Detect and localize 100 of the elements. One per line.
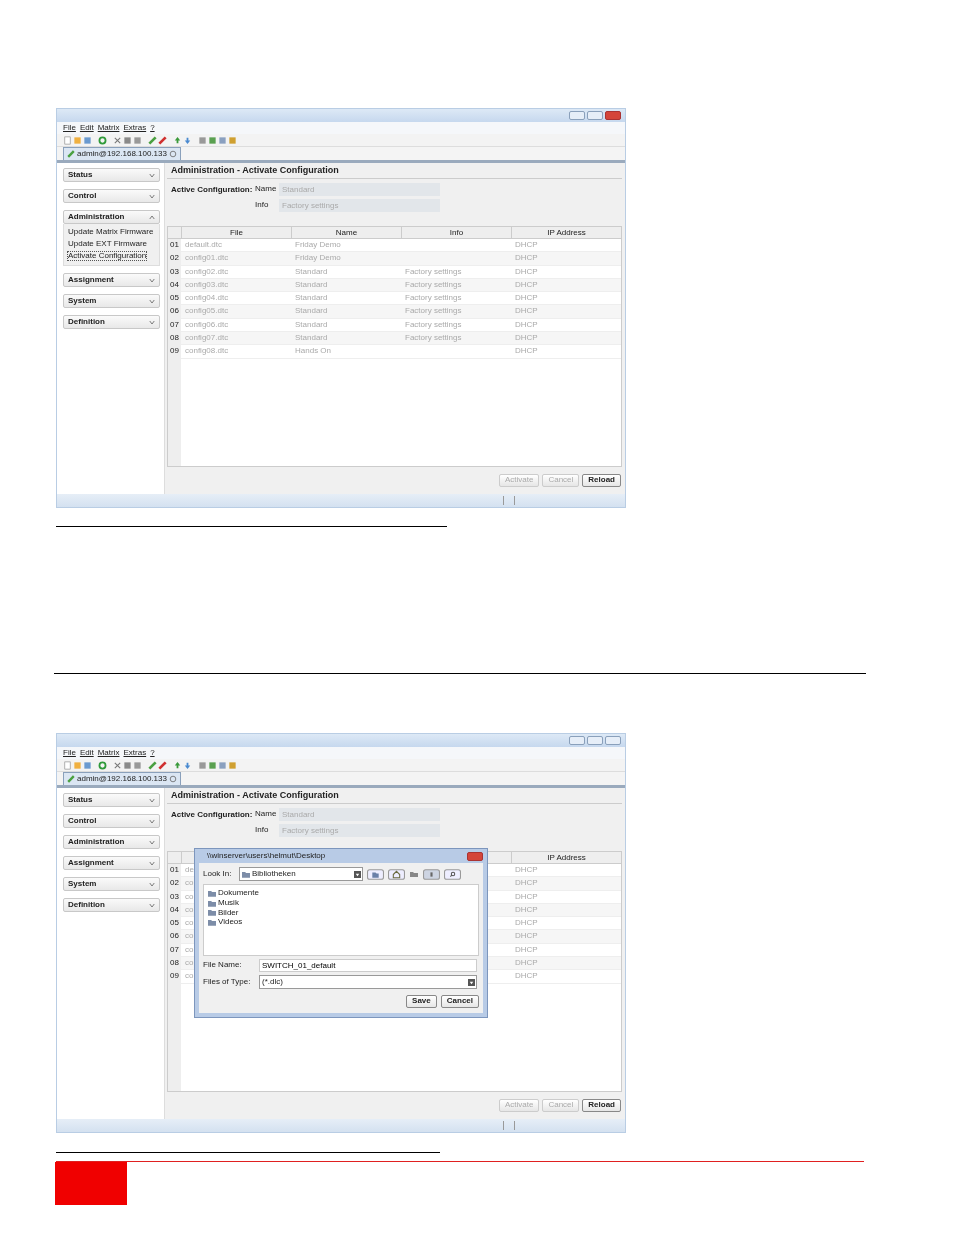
- menu-item[interactable]: Extras: [123, 123, 147, 133]
- menu-item[interactable]: Edit: [79, 123, 94, 133]
- upload-icon[interactable]: [173, 135, 182, 145]
- table-cell: DHCP: [515, 333, 538, 343]
- sidebar-item[interactable]: Update Matrix Firmware: [67, 227, 155, 238]
- dropdown[interactable]: (*.dlc): [259, 975, 477, 989]
- row-number: 05: [168, 292, 181, 305]
- table-cell: DHCP: [515, 971, 538, 981]
- sidebar-section[interactable]: Definition: [63, 898, 160, 912]
- sidebar-section[interactable]: System: [63, 294, 160, 309]
- sidebar-section[interactable]: Definition: [63, 315, 160, 330]
- sidebar-section[interactable]: Assignment: [63, 856, 160, 870]
- menu-item[interactable]: File: [63, 748, 76, 758]
- menu-item[interactable]: ?: [150, 748, 155, 758]
- row-number: 06: [168, 305, 181, 318]
- refresh-icon[interactable]: [98, 135, 107, 145]
- caret-icon: [354, 870, 361, 878]
- menu-item[interactable]: Matrix: [97, 123, 120, 133]
- connection-tab[interactable]: admin@192.168.100.133: [63, 147, 181, 160]
- sidebar-item[interactable]: Update EXT Firmware: [67, 238, 148, 250]
- file-name-field[interactable]: SWITCH_01_default: [259, 959, 477, 972]
- row-number: 06: [168, 930, 181, 943]
- plug-icon: [67, 150, 75, 158]
- table-cell: DHCP: [515, 266, 538, 276]
- column-header: Name: [291, 227, 401, 238]
- table-cell: DHCP: [515, 306, 538, 316]
- cut-icon[interactable]: [113, 135, 122, 145]
- new-document-icon[interactable]: [63, 135, 72, 145]
- row-number: 09: [168, 970, 181, 983]
- upload-icon[interactable]: [173, 760, 182, 770]
- menu-item[interactable]: File: [63, 123, 76, 133]
- list-view-icon[interactable]: [423, 868, 440, 880]
- dialog-title: \\winserver\users\helmut\Desktop: [207, 851, 326, 861]
- folder-item[interactable]: Bilder: [208, 908, 239, 918]
- up-folder-icon[interactable]: [367, 868, 384, 880]
- caret-icon: [468, 978, 475, 986]
- download-icon[interactable]: [183, 760, 192, 770]
- table-cell: Factory settings: [405, 293, 462, 303]
- table-cell: co: [185, 891, 194, 901]
- maximize-button[interactable]: [587, 111, 603, 120]
- menu-item[interactable]: ?: [150, 123, 155, 133]
- folder-item[interactable]: Videos: [208, 918, 243, 928]
- section-label: Active Configuration:: [171, 809, 254, 821]
- sidebar-section[interactable]: Status: [63, 793, 160, 807]
- table-cell: Factory settings: [405, 306, 462, 316]
- row-number: 08: [168, 332, 181, 345]
- dropdown[interactable]: Bibliotheken: [239, 867, 363, 881]
- dialog-button[interactable]: Save: [406, 995, 437, 1008]
- search-icon[interactable]: [444, 868, 461, 880]
- folder-item[interactable]: Dokumente: [208, 889, 259, 898]
- minimize-button[interactable]: [569, 736, 585, 745]
- table-cell: Friday Demo: [295, 253, 341, 263]
- sidebar-section[interactable]: Control: [63, 189, 160, 203]
- close-button[interactable]: [467, 851, 483, 861]
- plug-icon: [67, 775, 75, 783]
- close-circle-icon[interactable]: [168, 150, 177, 158]
- download-icon[interactable]: [183, 135, 192, 145]
- table-cell: Factory settings: [405, 333, 462, 343]
- table-cell: DHCP: [515, 253, 538, 263]
- sidebar-section[interactable]: Status: [63, 168, 160, 182]
- sidebar-section[interactable]: Assignment: [63, 273, 160, 288]
- sidebar-item[interactable]: Activate Configuration: [67, 250, 148, 262]
- table-cell: DHCP: [515, 240, 538, 249]
- close-button[interactable]: [605, 111, 621, 120]
- table-cell: Standard: [295, 266, 328, 276]
- new-folder-icon[interactable]: [409, 869, 419, 879]
- table-cell: config06.dtc: [185, 319, 229, 329]
- menu-item[interactable]: Edit: [79, 748, 94, 758]
- column-header: IP Address: [511, 227, 621, 238]
- close-button[interactable]: [605, 736, 621, 745]
- field-label: Name: [255, 185, 278, 194]
- row-number: 01: [168, 864, 181, 877]
- table-cell: Standard: [295, 293, 328, 303]
- action-button[interactable]: Reload: [582, 474, 621, 487]
- close-circle-icon[interactable]: [168, 775, 177, 783]
- minimize-button[interactable]: [569, 111, 585, 120]
- table-cell: Factory settings: [405, 319, 462, 329]
- row-number: 08: [168, 957, 181, 970]
- refresh-icon[interactable]: [98, 760, 107, 770]
- connection-tab[interactable]: admin@192.168.100.133: [63, 772, 181, 785]
- column-header: Info: [401, 227, 511, 238]
- table-cell: config05.dtc: [185, 306, 229, 316]
- row-number: 05: [168, 917, 181, 930]
- folder-item[interactable]: Musik: [208, 898, 239, 908]
- table-cell: DHCP: [515, 293, 538, 303]
- action-button[interactable]: Reload: [582, 1099, 621, 1112]
- new-document-icon[interactable]: [63, 760, 72, 770]
- column-header: File: [181, 227, 291, 238]
- sidebar-section[interactable]: Administration: [63, 835, 160, 849]
- home-icon[interactable]: [388, 868, 405, 880]
- sidebar-section[interactable]: System: [63, 877, 160, 891]
- cut-icon[interactable]: [113, 760, 122, 770]
- menu-item[interactable]: Extras: [123, 748, 147, 758]
- sidebar-section[interactable]: Control: [63, 814, 160, 828]
- row-number: 09: [168, 345, 181, 358]
- table-cell: DHCP: [515, 904, 538, 914]
- maximize-button[interactable]: [587, 736, 603, 745]
- dialog-button[interactable]: Cancel: [440, 995, 479, 1008]
- sidebar-section[interactable]: Administration: [63, 210, 160, 224]
- menu-item[interactable]: Matrix: [97, 748, 120, 758]
